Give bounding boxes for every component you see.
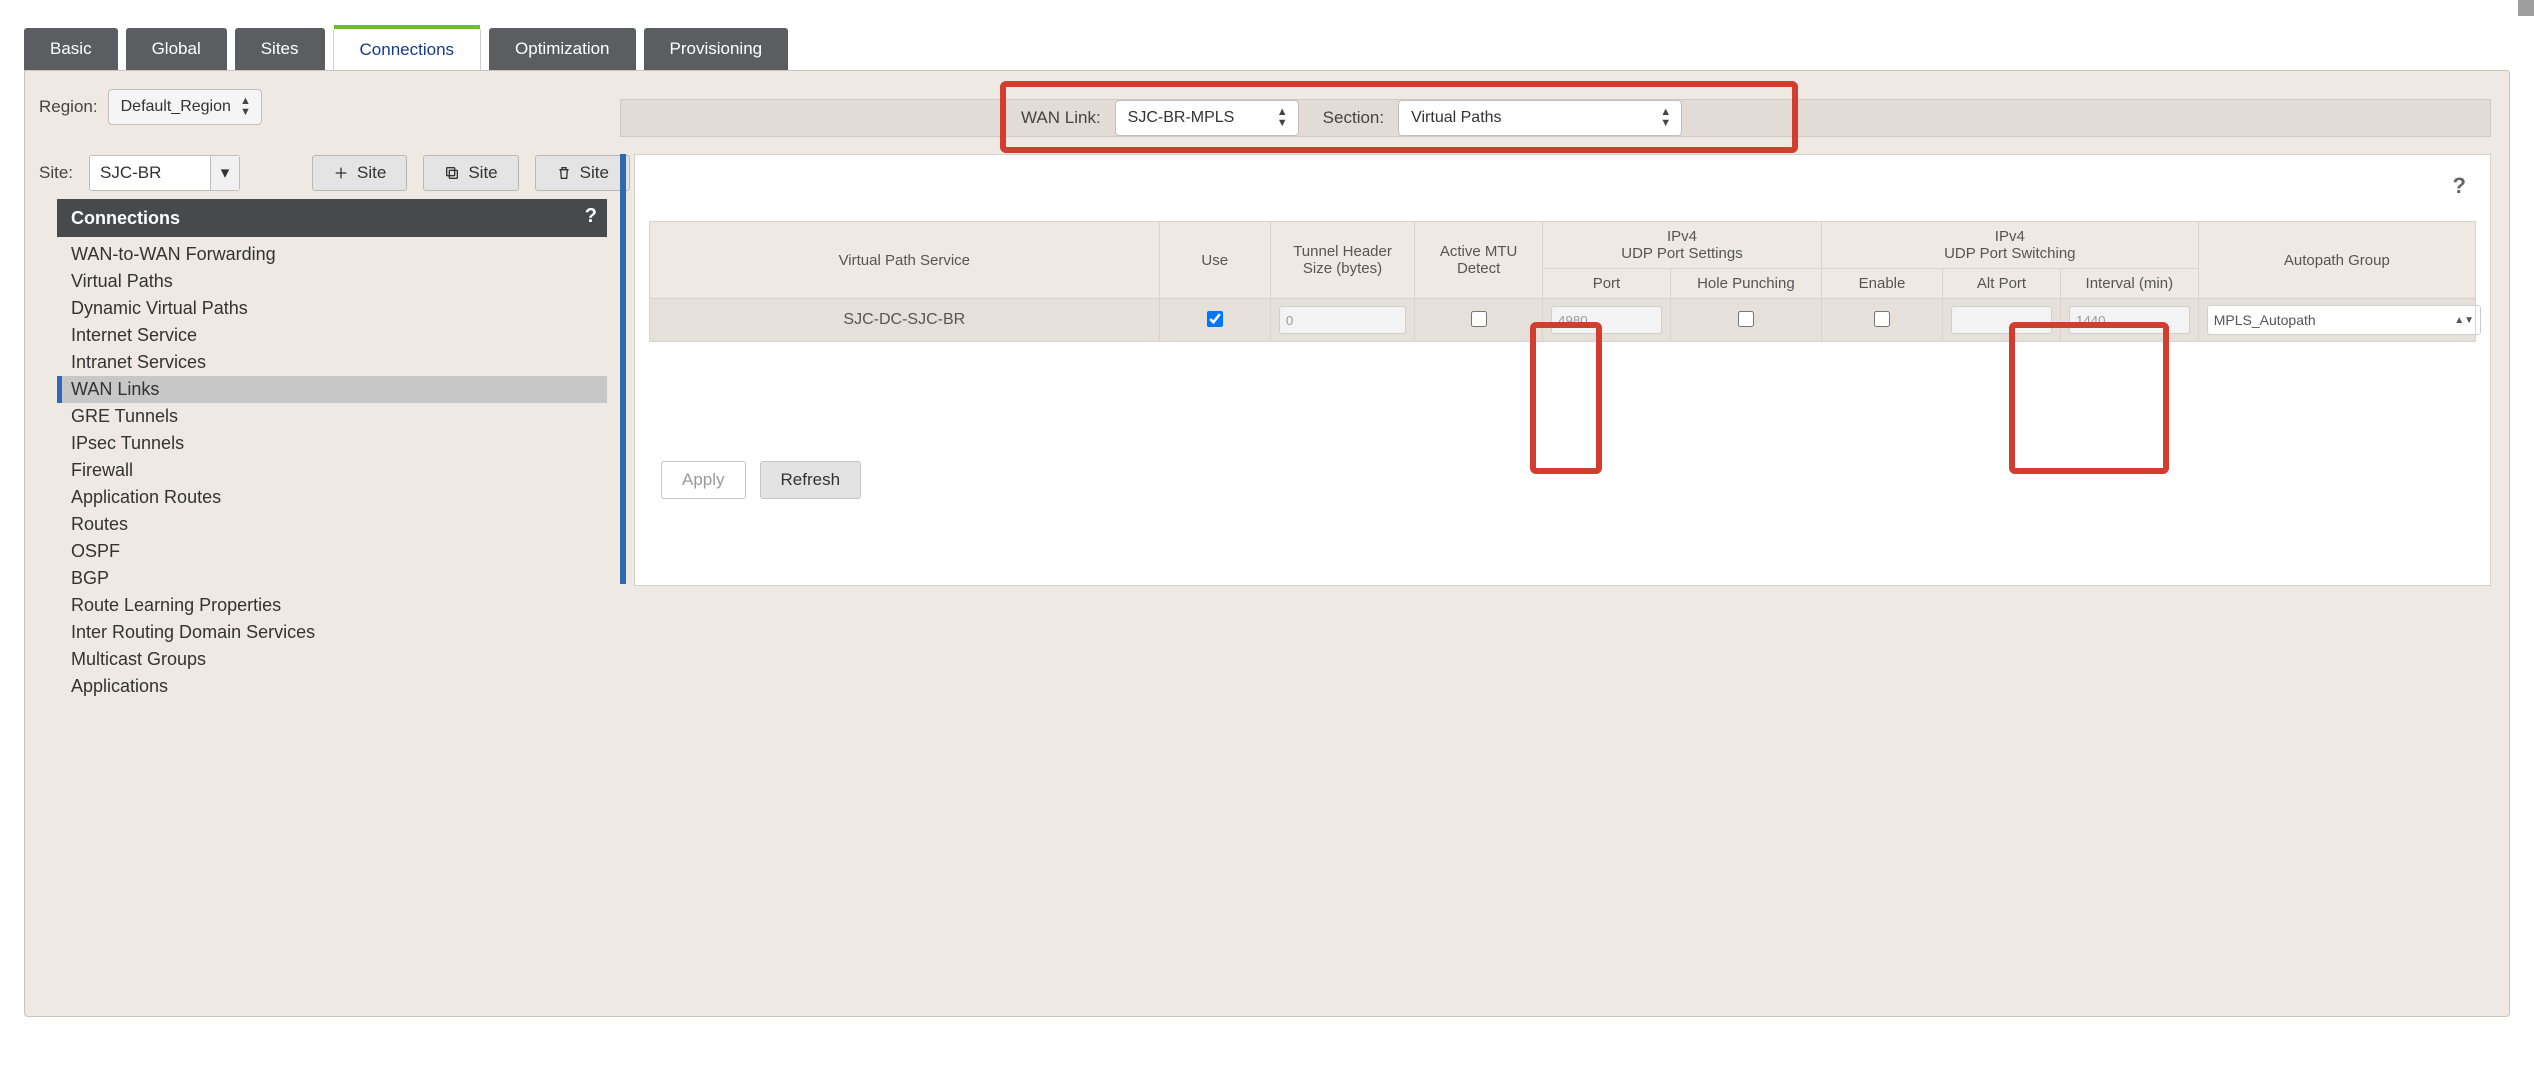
tab-sites[interactable]: Sites <box>235 28 325 70</box>
th-active-mtu: Active MTU Detect <box>1415 222 1543 299</box>
th-use: Use <box>1159 222 1270 299</box>
use-checkbox[interactable] <box>1207 311 1223 327</box>
chevron-updown-icon: ▲▼ <box>2454 315 2474 326</box>
tree-item-routes[interactable]: Routes <box>57 511 607 538</box>
table-row: SJC-DC-SJC-BR <box>650 299 2476 342</box>
th-enable: Enable <box>1821 269 1942 299</box>
tree-item-app-routes[interactable]: Application Routes <box>57 484 607 511</box>
virtual-path-table: Virtual Path Service Use Tunnel Header S… <box>649 221 2476 342</box>
add-site-button[interactable]: Site <box>312 155 407 191</box>
copy-icon <box>444 165 460 181</box>
tab-provisioning[interactable]: Provisioning <box>644 28 789 70</box>
delete-site-button[interactable]: Site <box>535 155 630 191</box>
table-button-row: Apply Refresh <box>661 461 861 499</box>
trash-icon <box>556 165 572 181</box>
plus-icon <box>333 165 349 181</box>
top-tabs: Basic Global Sites Connections Optimizat… <box>24 28 788 70</box>
alt-port-input[interactable] <box>1951 306 2052 334</box>
sidebar-tree: Connections ? WAN-to-WAN Forwarding Virt… <box>57 199 607 704</box>
hole-punching-checkbox[interactable] <box>1738 311 1754 327</box>
interval-input[interactable] <box>2069 306 2190 334</box>
th-tunnel-header-size: Tunnel Header Size (bytes) <box>1270 222 1414 299</box>
tab-global[interactable]: Global <box>126 28 227 70</box>
chevron-updown-icon: ▲▼ <box>240 96 251 118</box>
right-content: ? Virtual Path Service Use Tunnel Header… <box>620 154 2491 694</box>
th-interval: Interval (min) <box>2060 269 2198 299</box>
vertical-accent-bar <box>620 154 626 584</box>
th-hole-punching: Hole Punching <box>1670 269 1821 299</box>
th-group-udp-switching: IPv4 UDP Port Switching <box>1821 222 2198 269</box>
wan-link-label: WAN Link: <box>1021 108 1101 128</box>
apply-button[interactable]: Apply <box>661 461 746 499</box>
enable-checkbox[interactable] <box>1874 311 1890 327</box>
tree-item-firewall[interactable]: Firewall <box>57 457 607 484</box>
tree-items: WAN-to-WAN Forwarding Virtual Paths Dyna… <box>57 237 607 704</box>
region-select-value: Default_Region <box>121 98 231 116</box>
tab-basic[interactable]: Basic <box>24 28 118 70</box>
chevron-updown-icon: ▲▼ <box>1277 107 1288 129</box>
tree-item-route-learning[interactable]: Route Learning Properties <box>57 592 607 619</box>
tree-item-dynamic-vp[interactable]: Dynamic Virtual Paths <box>57 295 607 322</box>
main-panel: Region: Default_Region ▲▼ WAN Link: SJC-… <box>24 70 2510 1017</box>
tree-item-intranet-services[interactable]: Intranet Services <box>57 349 607 376</box>
region-row: Region: Default_Region ▲▼ <box>39 89 262 125</box>
active-mtu-checkbox[interactable] <box>1471 311 1487 327</box>
tree-help-icon[interactable]: ? <box>585 205 597 228</box>
tree-item-wan-links[interactable]: WAN Links <box>57 376 607 403</box>
tree-item-ipsec-tunnels[interactable]: IPsec Tunnels <box>57 430 607 457</box>
content-card: ? Virtual Path Service Use Tunnel Header… <box>634 154 2491 586</box>
tree-item-internet-service[interactable]: Internet Service <box>57 322 607 349</box>
tree-item-applications[interactable]: Applications <box>57 673 607 700</box>
tree-item-multicast[interactable]: Multicast Groups <box>57 646 607 673</box>
tunnel-header-size-input[interactable] <box>1279 306 1406 334</box>
tree-item-wan-to-wan[interactable]: WAN-to-WAN Forwarding <box>57 241 607 268</box>
section-label: Section: <box>1323 108 1384 128</box>
delete-site-label: Site <box>580 163 609 183</box>
content-help-icon[interactable]: ? <box>2453 173 2466 199</box>
region-label: Region: <box>39 97 98 117</box>
th-group-udp-settings: IPv4 UDP Port Settings <box>1543 222 1822 269</box>
th-autopath-group: Autopath Group <box>2198 222 2475 299</box>
add-site-label: Site <box>357 163 386 183</box>
cell-svc: SJC-DC-SJC-BR <box>650 299 1160 342</box>
tree-item-bgp[interactable]: BGP <box>57 565 607 592</box>
site-value: SJC-BR <box>90 163 210 183</box>
clone-site-button[interactable]: Site <box>423 155 518 191</box>
th-port: Port <box>1543 269 1671 299</box>
autopath-group-value: MPLS_Autopath <box>2214 312 2316 328</box>
region-select[interactable]: Default_Region ▲▼ <box>108 89 262 125</box>
autopath-group-select[interactable]: MPLS_Autopath ▲▼ <box>2207 305 2481 335</box>
corner-resize-glyph <box>2518 0 2534 16</box>
section-select[interactable]: Virtual Paths ▲▼ <box>1398 100 1682 136</box>
chevron-down-icon[interactable]: ▾ <box>210 156 239 190</box>
tree-item-virtual-paths[interactable]: Virtual Paths <box>57 268 607 295</box>
tree-header-label: Connections <box>71 208 180 229</box>
site-label: Site: <box>39 163 73 183</box>
th-virtual-path-service: Virtual Path Service <box>650 222 1160 299</box>
tree-item-ospf[interactable]: OSPF <box>57 538 607 565</box>
wan-link-value: SJC-BR-MPLS <box>1128 109 1235 127</box>
clone-site-label: Site <box>468 163 497 183</box>
tree-item-inter-routing[interactable]: Inter Routing Domain Services <box>57 619 607 646</box>
site-combobox[interactable]: SJC-BR ▾ <box>89 155 240 191</box>
tree-item-gre-tunnels[interactable]: GRE Tunnels <box>57 403 607 430</box>
wan-section-bar: WAN Link: SJC-BR-MPLS ▲▼ Section: Virtua… <box>620 99 2491 137</box>
th-alt-port: Alt Port <box>1943 269 2061 299</box>
wan-link-select[interactable]: SJC-BR-MPLS ▲▼ <box>1115 100 1299 136</box>
refresh-button[interactable]: Refresh <box>760 461 862 499</box>
tab-connections[interactable]: Connections <box>333 28 482 71</box>
chevron-updown-icon: ▲▼ <box>1660 107 1671 129</box>
table-wrap: Virtual Path Service Use Tunnel Header S… <box>649 221 2476 342</box>
wan-section-bar-wrap: WAN Link: SJC-BR-MPLS ▲▼ Section: Virtua… <box>620 81 2491 141</box>
port-input[interactable] <box>1551 306 1662 334</box>
section-value: Virtual Paths <box>1411 109 1501 127</box>
tab-optimization[interactable]: Optimization <box>489 28 635 70</box>
tree-header: Connections ? <box>57 199 607 237</box>
site-row: Site: SJC-BR ▾ Site Site Site <box>39 155 630 191</box>
